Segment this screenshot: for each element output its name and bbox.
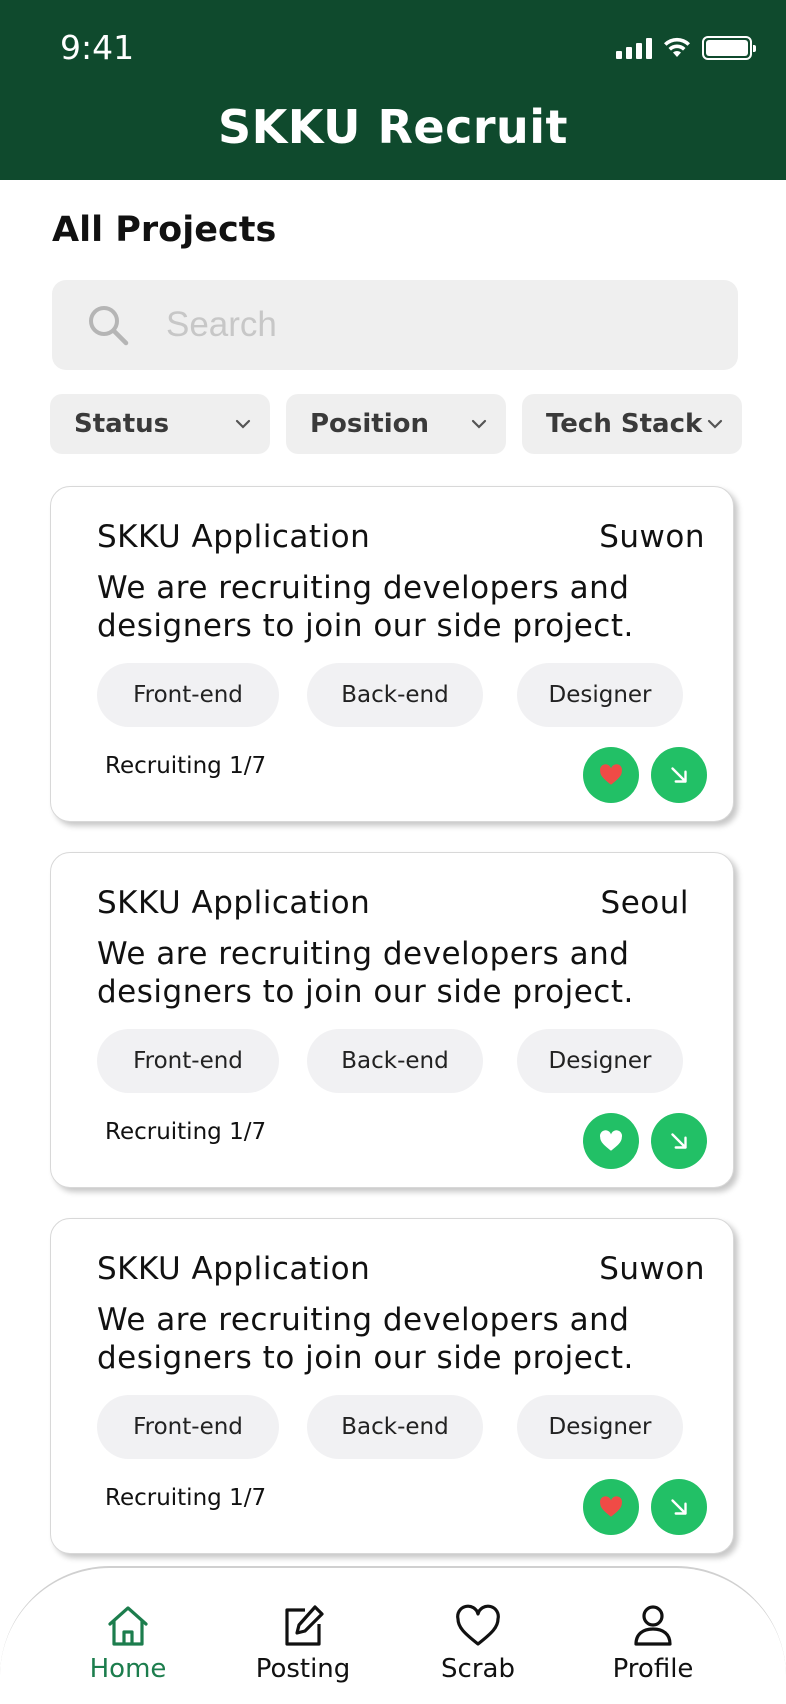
filter-row: Status Position Tech Stack [50,394,742,454]
recruiting-count: Recruiting 1/7 [105,1485,267,1511]
project-card[interactable]: SKKU Application Seoul We are recruiting… [50,852,734,1188]
filter-status-dropdown[interactable]: Status [50,394,270,454]
filter-label: Position [310,409,430,439]
filter-label: Status [74,409,170,439]
project-title: SKKU Application [97,1251,371,1287]
position-tag[interactable]: Front-end [97,663,279,727]
app-header: 9:41 SKKU Recruit [0,0,786,180]
arrow-down-right-icon [671,767,687,783]
project-title: SKKU Application [97,885,371,921]
position-tag[interactable]: Back-end [307,663,483,727]
position-tags: Front-end Back-end Designer [97,1029,683,1093]
project-description: We are recruiting developers and designe… [97,570,634,644]
status-time: 9:41 [60,28,135,67]
tab-label: Scrab [441,1654,515,1684]
project-card[interactable]: SKKU Application Suwon We are recruiting… [50,1218,734,1554]
position-tag[interactable]: Back-end [307,1395,483,1459]
home-icon [108,1606,148,1646]
search-bar[interactable] [52,280,738,370]
card-actions [583,1113,707,1169]
person-icon [634,1605,672,1646]
tab-profile[interactable]: Profile [583,1602,723,1684]
position-tag[interactable]: Designer [517,1395,683,1459]
project-description: We are recruiting developers and designe… [97,1302,634,1376]
project-location: Suwon [599,1251,705,1287]
position-tag[interactable]: Front-end [97,1395,279,1459]
project-location: Seoul [600,885,689,921]
card-actions [583,747,707,803]
recruiting-count: Recruiting 1/7 [105,753,267,779]
position-tag[interactable]: Designer [517,1029,683,1093]
open-project-button[interactable] [651,1479,707,1535]
chevron-down-icon [707,419,723,429]
tab-home[interactable]: Home [58,1602,198,1684]
filter-label: Tech Stack [546,409,703,439]
tab-scrab[interactable]: Scrab [408,1602,548,1684]
tab-label: Profile [612,1654,694,1684]
app-title: SKKU Recruit [217,100,569,154]
page-title: All Projects [52,210,277,250]
project-location: Suwon [599,519,705,555]
heart-icon [456,1604,500,1646]
open-project-button[interactable] [651,1113,707,1169]
tab-label: Home [89,1654,167,1684]
heart-filled-icon [600,1496,623,1517]
position-tag[interactable]: Front-end [97,1029,279,1093]
heart-filled-icon [600,764,623,785]
like-button[interactable] [583,747,639,803]
status-icons [616,36,756,60]
project-card[interactable]: SKKU Application Suwon We are recruiting… [50,486,734,822]
arrow-down-right-icon [671,1499,687,1515]
filter-tech-stack-dropdown[interactable]: Tech Stack [522,394,742,454]
recruiting-count: Recruiting 1/7 [105,1119,267,1145]
project-title: SKKU Application [97,519,371,555]
tab-label: Posting [255,1654,351,1684]
search-icon [89,306,129,346]
position-tags: Front-end Back-end Designer [97,663,683,727]
like-button[interactable] [583,1113,639,1169]
wifi-icon [664,37,690,57]
like-button[interactable] [583,1479,639,1535]
open-project-button[interactable] [651,747,707,803]
edit-icon [285,1605,324,1646]
bottom-tab-bar: Home Posting Scrab Profile [0,1566,786,1704]
heart-icon [600,1130,623,1151]
card-actions [583,1479,707,1535]
position-tag[interactable]: Back-end [307,1029,483,1093]
filter-position-dropdown[interactable]: Position [286,394,506,454]
project-description: We are recruiting developers and designe… [97,936,634,1010]
position-tags: Front-end Back-end Designer [97,1395,683,1459]
chevron-down-icon [235,419,251,429]
signal-icon [616,37,652,59]
search-input[interactable] [166,305,686,345]
position-tag[interactable]: Designer [517,663,683,727]
tab-posting[interactable]: Posting [233,1602,373,1684]
chevron-down-icon [471,419,487,429]
battery-icon [702,36,756,60]
arrow-down-right-icon [671,1133,687,1149]
